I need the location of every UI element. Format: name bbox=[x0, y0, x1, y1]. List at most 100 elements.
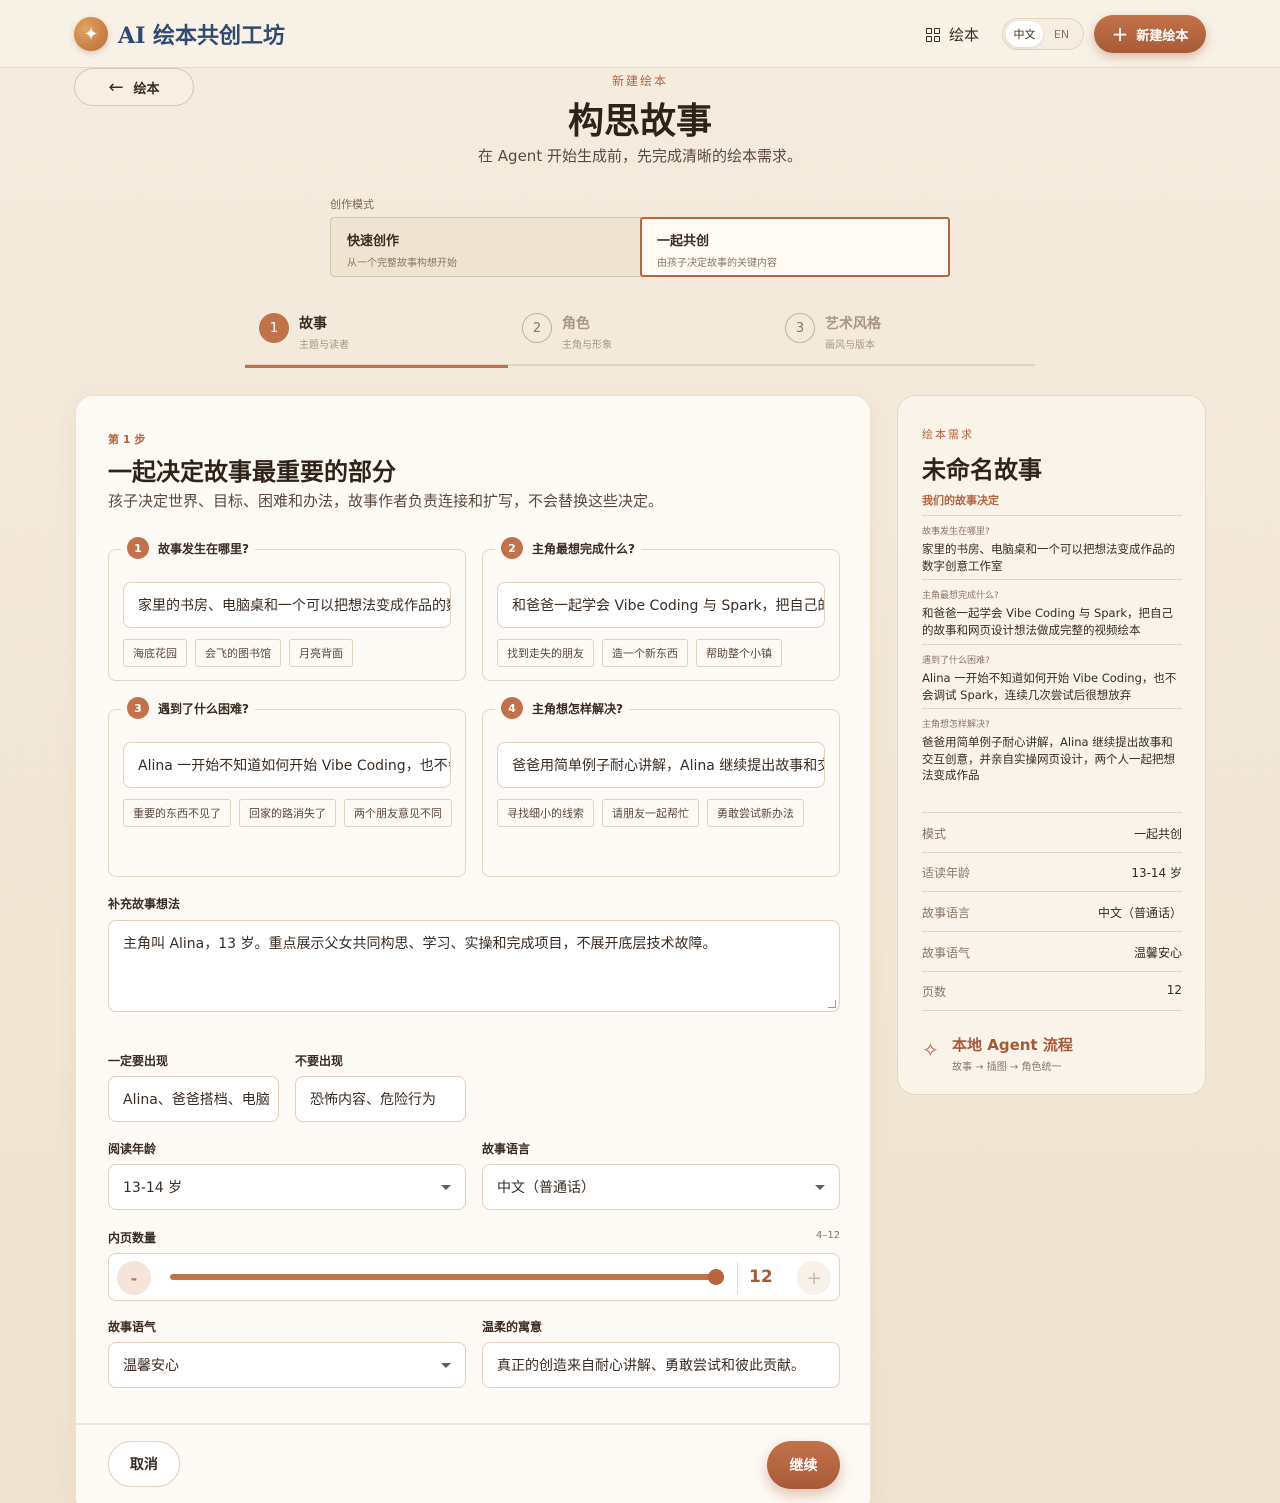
summary-age-row: 适读年龄 13-14 岁 bbox=[922, 864, 1182, 881]
summary-answer: 家里的书房、电脑桌和一个可以把想法变成作品的数字创意工作室 bbox=[922, 542, 1175, 573]
divider bbox=[922, 708, 1182, 709]
card-title: 一起决定故事最重要的部分 bbox=[108, 457, 396, 486]
chevron-down-icon bbox=[441, 1362, 451, 1368]
footer-divider bbox=[76, 1423, 872, 1425]
mode-label: 创作模式 bbox=[330, 198, 374, 211]
summary-key: 页数 bbox=[922, 985, 947, 999]
summary-question: 遇到了什么困难? bbox=[922, 656, 990, 666]
summary-mode-row: 模式 一起共创 bbox=[922, 825, 1182, 842]
suggestion-chip[interactable]: 回家的路消失了 bbox=[239, 799, 336, 827]
divider bbox=[922, 579, 1182, 580]
summary-value: 12 bbox=[1166, 983, 1182, 997]
sparkles-icon: ✧ bbox=[922, 1038, 939, 1062]
mode-cocreate-title: 一起共创 bbox=[657, 234, 710, 249]
pages-label: 内页数量 bbox=[108, 1231, 157, 1245]
pages-count: 12 bbox=[749, 1267, 773, 1287]
decrement-button[interactable]: - bbox=[117, 1261, 151, 1295]
agent-title: 本地 Agent 流程 bbox=[952, 1036, 1073, 1054]
step-number: 3 bbox=[785, 313, 815, 343]
question-title: 主角想怎样解决? bbox=[532, 701, 623, 716]
must-include-input[interactable]: Alina、爸爸搭档、电脑 bbox=[108, 1076, 279, 1122]
where-input[interactable]: 家里的书房、电脑桌和一个可以把想法变成作品的数字创意工作室 bbox=[123, 582, 451, 628]
question-number: 1 bbox=[127, 537, 149, 559]
tab-story[interactable]: 1 故事 主题与读者 bbox=[245, 303, 508, 368]
suggestion-chip[interactable]: 月亮背面 bbox=[289, 639, 353, 667]
avoid-label: 不要出现 bbox=[295, 1054, 344, 1068]
suggestion-chip[interactable]: 请朋友一起帮忙 bbox=[602, 799, 699, 827]
pages-stepper: - 12 + bbox=[108, 1253, 840, 1301]
cancel-button[interactable]: 取消 bbox=[108, 1441, 180, 1487]
tab-art-style[interactable]: 3 艺术风格 画风与版本 bbox=[771, 303, 1034, 366]
divider bbox=[922, 852, 1182, 853]
lang-zh-button[interactable]: 中文 bbox=[1006, 21, 1043, 47]
nav-books-label: 绘本 bbox=[949, 26, 980, 44]
lang-en-button[interactable]: EN bbox=[1043, 21, 1080, 47]
summary-value: 13-14 岁 bbox=[1131, 866, 1182, 880]
moral-input[interactable]: 真正的创造来自耐心讲解、勇敢尝试和彼此贡献。 bbox=[482, 1342, 840, 1388]
question-title: 遇到了什么困难? bbox=[158, 701, 249, 716]
avoid-input[interactable]: 恐怖内容、危险行为 bbox=[295, 1076, 466, 1122]
suggestion-chip[interactable]: 造一个新东西 bbox=[602, 639, 688, 667]
suggestion-chip[interactable]: 两个朋友意见不同 bbox=[344, 799, 452, 827]
divider bbox=[922, 971, 1182, 972]
new-book-button[interactable]: + 新建绘本 bbox=[1094, 15, 1206, 53]
agent-flow: ✧ 本地 Agent 流程 故事 → 插图 → 角色统一 bbox=[922, 1034, 1073, 1073]
summary-value: 温馨安心 bbox=[1133, 946, 1182, 960]
tone-select[interactable]: 温馨安心 bbox=[108, 1342, 466, 1388]
mode-cocreate-option[interactable]: 一起共创 由孩子决定故事的关键内容 bbox=[640, 217, 950, 277]
summary-answer: 和爸爸一起学会 Vibe Coding 与 Spark，把自己的故事和网页设计想… bbox=[922, 606, 1173, 637]
sparkle-logo-icon: ✦ bbox=[74, 17, 108, 51]
extra-ideas-textarea[interactable]: 主角叫 Alina，13 岁。重点展示父女共同构思、学习、实操和完成项目，不展开… bbox=[108, 920, 840, 1012]
suggestion-chip[interactable]: 勇敢尝试新办法 bbox=[707, 799, 804, 827]
problem-input[interactable]: Alina 一开始不知道如何开始 Vibe Coding，也不会调试 Spark bbox=[123, 742, 451, 788]
question-title: 主角最想完成什么? bbox=[532, 541, 635, 556]
mode-cocreate-desc: 由孩子决定故事的关键内容 bbox=[657, 258, 777, 269]
language-value: 中文（普通话） bbox=[497, 1180, 595, 1196]
brand[interactable]: ✦ AI 绘本共创工坊 bbox=[74, 17, 285, 51]
extra-ideas-text: 主角叫 Alina，13 岁。重点展示父女共同构思、学习、实操和完成项目，不展开… bbox=[123, 936, 717, 952]
story-form-card: 第 1 步 一起决定故事最重要的部分 孩子决定世界、目标、困难和办法，故事作者负… bbox=[75, 395, 872, 1503]
must-include-label: 一定要出现 bbox=[108, 1054, 169, 1068]
pages-slider-thumb[interactable] bbox=[708, 1269, 724, 1285]
continue-button[interactable]: 继续 bbox=[767, 1441, 840, 1489]
extra-ideas-label: 补充故事想法 bbox=[108, 897, 181, 911]
suggestion-chip[interactable]: 找到走失的朋友 bbox=[497, 639, 594, 667]
summary-eyebrow: 绘本需求 bbox=[922, 428, 974, 441]
summary-problem: 遇到了什么困难? Alina 一开始不知道如何开始 Vibe Coding，也不… bbox=[922, 653, 1182, 703]
tab-character[interactable]: 2 角色 主角与形象 bbox=[508, 303, 771, 366]
divider bbox=[737, 1262, 738, 1294]
step-title: 故事 bbox=[299, 316, 327, 332]
suggestion-chip[interactable]: 帮助整个小镇 bbox=[696, 639, 782, 667]
plus-icon: + bbox=[1111, 22, 1129, 46]
language-label: 故事语言 bbox=[482, 1142, 531, 1156]
step-tabs: 1 故事 主题与读者 2 角色 主角与形象 3 艺术风格 画风与版本 bbox=[245, 303, 1035, 368]
step-desc: 画风与版本 bbox=[825, 340, 875, 351]
summary-tone-row: 故事语气 温馨安心 bbox=[922, 944, 1182, 961]
divider bbox=[922, 891, 1182, 892]
suggestion-chip[interactable]: 重要的东西不见了 bbox=[123, 799, 231, 827]
suggestion-chip[interactable]: 会飞的图书馆 bbox=[195, 639, 281, 667]
agent-desc: 故事 → 插图 → 角色统一 bbox=[952, 1062, 1062, 1073]
age-select[interactable]: 13-14 岁 bbox=[108, 1164, 466, 1210]
language-select[interactable]: 中文（普通话） bbox=[482, 1164, 840, 1210]
increment-button[interactable]: + bbox=[797, 1261, 831, 1295]
goal-input[interactable]: 和爸爸一起学会 Vibe Coding 与 Spark，把自己的故事和网页设计想… bbox=[497, 582, 825, 628]
mode-quick-option[interactable]: 快速创作 从一个完整故事构想开始 bbox=[331, 218, 641, 276]
suggestion-chip[interactable]: 海底花园 bbox=[123, 639, 187, 667]
summary-pages-row: 页数 12 bbox=[922, 983, 1182, 1000]
chevron-down-icon bbox=[815, 1184, 825, 1190]
chevron-down-icon bbox=[441, 1184, 451, 1190]
resize-handle-icon[interactable] bbox=[828, 1000, 836, 1008]
mode-selector: 快速创作 从一个完整故事构想开始 一起共创 由孩子决定故事的关键内容 bbox=[330, 217, 950, 277]
divider bbox=[922, 812, 1182, 813]
step-number: 2 bbox=[522, 313, 552, 343]
step-number: 1 bbox=[259, 313, 289, 343]
summary-question: 主角想怎样解决? bbox=[922, 720, 990, 730]
divider bbox=[922, 644, 1182, 645]
story-title: 未命名故事 bbox=[922, 455, 1042, 484]
pages-slider-track[interactable] bbox=[170, 1269, 724, 1285]
summary-value: 中文（普通话） bbox=[1097, 906, 1182, 920]
solution-input[interactable]: 爸爸用简单例子耐心讲解，Alina 继续提出故事和交互创意 bbox=[497, 742, 825, 788]
nav-books-link[interactable]: 绘本 bbox=[926, 24, 979, 45]
suggestion-chip[interactable]: 寻找细小的线索 bbox=[497, 799, 594, 827]
